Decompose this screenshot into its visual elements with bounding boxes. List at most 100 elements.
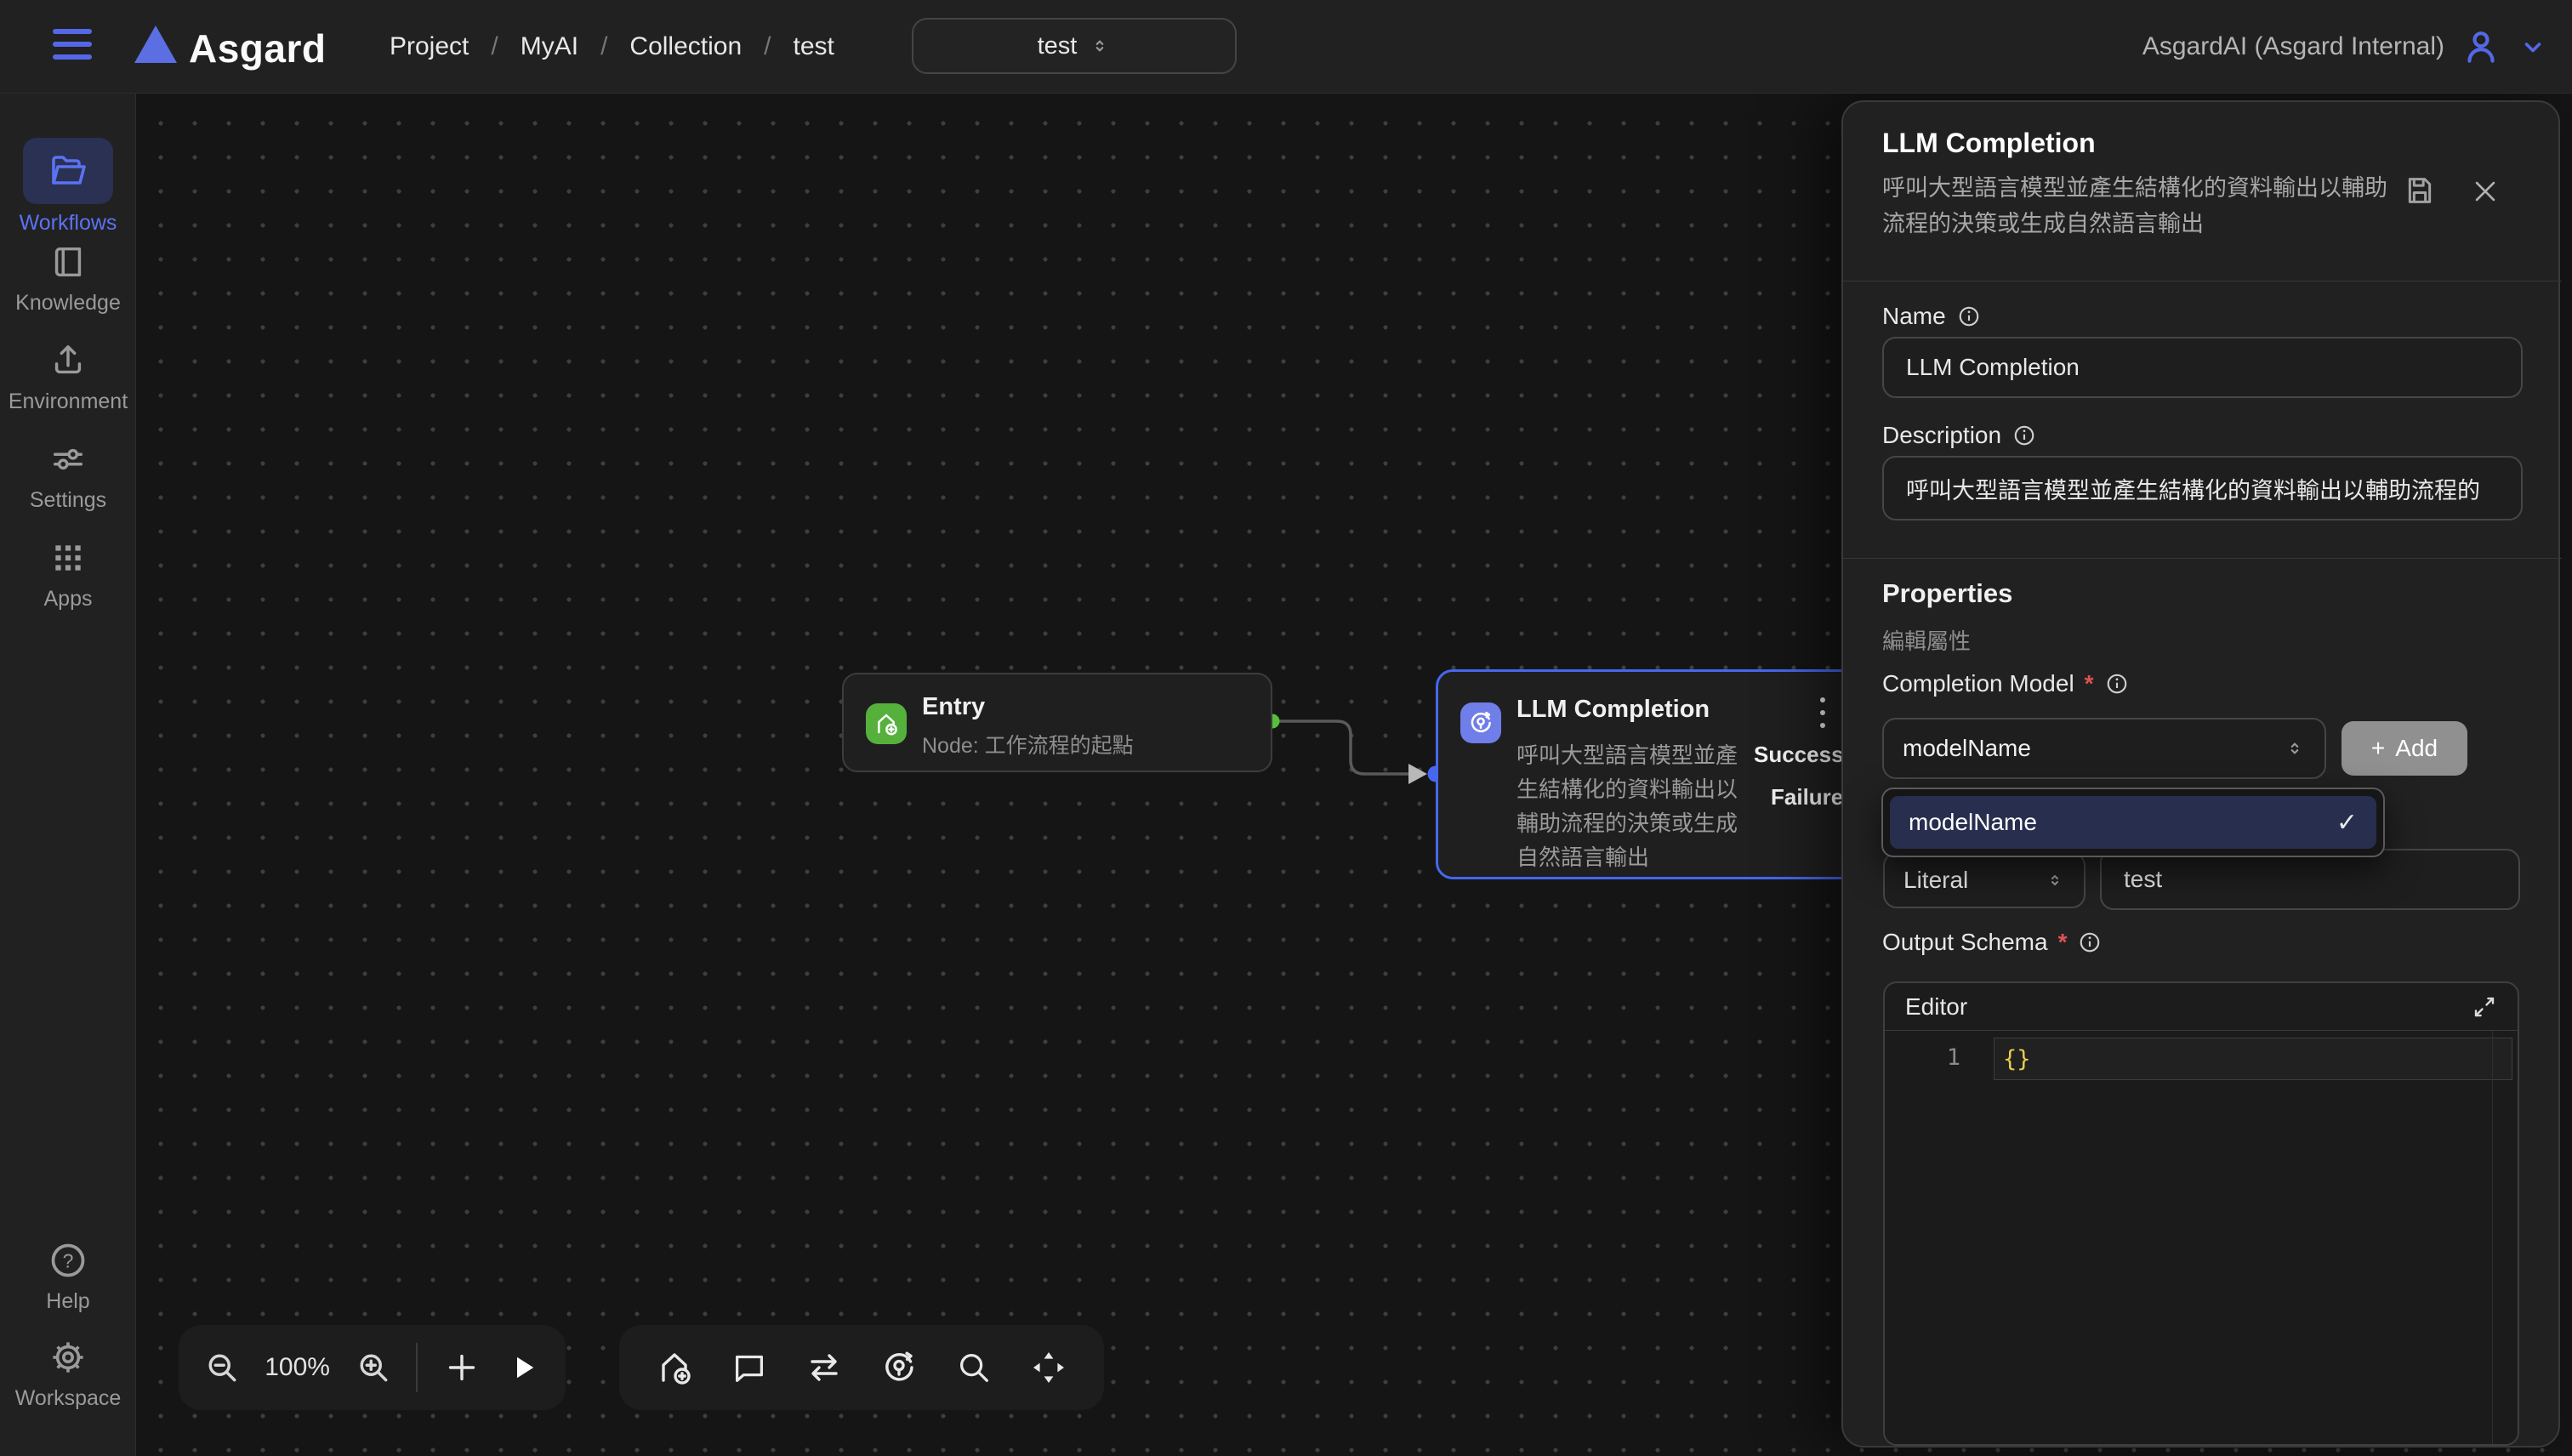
breadcrumb-myai[interactable]: MyAI xyxy=(521,32,578,61)
connections-button[interactable] xyxy=(804,1347,845,1388)
editor-header: Editor xyxy=(1885,983,2518,1031)
sidebar-item-workflows[interactable]: Workflows xyxy=(0,138,136,236)
entry-node-icon xyxy=(866,703,907,744)
entry-node[interactable]: Entry Node: 工作流程的起點 xyxy=(842,673,1272,772)
completion-model-label: Completion Model * xyxy=(1882,670,2130,697)
save-button[interactable] xyxy=(2403,173,2437,208)
node-menu-icon[interactable] xyxy=(1810,694,1835,731)
sidebar-label: Settings xyxy=(0,488,136,513)
model-select-dropdown: modelName ✓ xyxy=(1881,788,2385,857)
info-icon[interactable] xyxy=(2012,423,2037,448)
dropdown-option-label: modelName xyxy=(1909,809,2037,836)
panel-subtitle: 呼叫大型語言模型並產生結構化的資料輸出以輔助流程的決策或生成自然語言輸出 xyxy=(1882,170,2401,242)
account-menu[interactable]: AsgardAI (Asgard Internal) xyxy=(2142,0,2548,94)
entry-node-title: Entry xyxy=(922,693,985,721)
value-type-select-value: Literal xyxy=(1903,867,2045,894)
breadcrumb-collection[interactable]: Collection xyxy=(629,32,742,61)
model-select[interactable]: modelName xyxy=(1882,718,2326,779)
play-icon xyxy=(505,1350,541,1385)
sidebar-item-apps[interactable]: Apps xyxy=(0,536,136,611)
name-label-text: Name xyxy=(1882,303,1946,330)
llm-node-description: 呼叫大型語言模型並產生結構化的資料輸出以輔助流程的決策或生成自然語言輸出 xyxy=(1516,738,1748,874)
breadcrumb: Project / MyAI / Collection / test xyxy=(390,0,834,94)
description-label-text: Description xyxy=(1882,422,2001,449)
gear-icon xyxy=(48,1337,88,1378)
workflow-select-value: test xyxy=(1038,32,1078,60)
llm-bulb-icon xyxy=(879,1347,919,1388)
editor-line-number: 1 xyxy=(1947,1044,1960,1071)
sidebar-item-environment[interactable]: Environment xyxy=(0,338,136,414)
upload-icon xyxy=(48,341,88,380)
breadcrumb-separator: / xyxy=(491,32,498,61)
plus-icon: + xyxy=(2371,735,2385,762)
expand-icon xyxy=(2472,994,2497,1020)
chevron-updown-icon xyxy=(2045,870,2065,890)
name-field-label: Name xyxy=(1882,303,1982,330)
sidebar-label: Environment xyxy=(0,390,136,414)
info-icon[interactable] xyxy=(2077,930,2103,955)
sidebar-item-settings[interactable]: Settings xyxy=(0,437,136,513)
search-canvas-button[interactable] xyxy=(954,1348,993,1387)
panel-divider xyxy=(1843,558,2562,559)
add-model-button[interactable]: + Add xyxy=(2342,721,2467,776)
editor-current-line[interactable]: {} xyxy=(1994,1038,2512,1080)
value-input[interactable] xyxy=(2100,849,2520,910)
breadcrumb-project[interactable]: Project xyxy=(390,32,469,61)
info-icon[interactable] xyxy=(2104,671,2130,697)
fit-view-icon xyxy=(1028,1347,1069,1388)
book-icon xyxy=(48,242,88,282)
sidebar-item-knowledge[interactable]: Knowledge xyxy=(0,240,136,316)
breadcrumb-separator: / xyxy=(764,32,771,61)
dropdown-option-modelname[interactable]: modelName ✓ xyxy=(1890,796,2376,849)
value-type-select[interactable]: Literal xyxy=(1883,852,2085,908)
zoom-out-button[interactable] xyxy=(203,1349,241,1386)
output-schema-label: Output Schema * xyxy=(1882,929,2103,956)
save-icon xyxy=(2403,173,2437,208)
home-plus-icon xyxy=(873,710,900,737)
home-plus-icon xyxy=(654,1347,695,1388)
run-workflow-button[interactable] xyxy=(505,1350,541,1385)
check-icon: ✓ xyxy=(2336,808,2358,838)
toolbar-divider xyxy=(416,1343,418,1392)
sidebar-label: Help xyxy=(0,1289,136,1314)
app-root: Asgard Project / MyAI / Collection / tes… xyxy=(0,0,2572,1456)
properties-heading: Properties xyxy=(1882,578,2012,609)
workflow-select[interactable]: test xyxy=(912,18,1237,74)
description-input[interactable] xyxy=(1882,456,2523,520)
sidebar-item-help[interactable]: ? Help xyxy=(0,1238,136,1314)
close-panel-button[interactable] xyxy=(2471,177,2500,206)
llm-port-success[interactable]: Success xyxy=(1754,742,1844,768)
comment-icon xyxy=(730,1348,769,1387)
llm-node-title: LLM Completion xyxy=(1516,696,1710,724)
add-llm-node-button[interactable] xyxy=(879,1347,919,1388)
menu-icon[interactable] xyxy=(53,29,94,65)
info-icon[interactable] xyxy=(1956,304,1982,329)
sliders-icon xyxy=(48,440,88,479)
node-config-panel: LLM Completion 呼叫大型語言模型並產生結構化的資料輸出以輔助流程的… xyxy=(1841,100,2560,1447)
completion-model-label-text: Completion Model xyxy=(1882,670,2074,697)
name-input[interactable] xyxy=(1882,337,2523,398)
sidebar-label: Apps xyxy=(0,587,136,611)
editor-code-area[interactable]: 1 {} xyxy=(1885,1031,2518,1445)
plus-icon xyxy=(442,1348,481,1387)
llm-bulb-icon xyxy=(1466,708,1495,737)
node-toolbar xyxy=(619,1325,1104,1410)
zoom-in-button[interactable] xyxy=(355,1349,392,1386)
llm-port-failure[interactable]: Failure xyxy=(1771,784,1843,810)
add-entry-node-button[interactable] xyxy=(654,1347,695,1388)
fit-view-button[interactable] xyxy=(1028,1347,1069,1388)
close-icon xyxy=(2471,177,2500,206)
comment-button[interactable] xyxy=(730,1348,769,1387)
chevron-down-icon[interactable] xyxy=(2518,31,2548,62)
workflows-active-pill xyxy=(23,138,113,204)
editor-gutter: 1 xyxy=(1885,1031,1991,1445)
sidebar-item-workspace[interactable]: Workspace xyxy=(0,1335,136,1411)
add-node-button[interactable] xyxy=(442,1348,481,1387)
add-button-label: Add xyxy=(2395,735,2438,762)
breadcrumb-test[interactable]: test xyxy=(793,32,834,61)
editor-title: Editor xyxy=(1905,993,1967,1021)
output-schema-label-text: Output Schema xyxy=(1882,929,2048,956)
expand-editor-button[interactable] xyxy=(2472,994,2497,1020)
brand-title: Asgard xyxy=(189,26,326,71)
panel-title: LLM Completion xyxy=(1882,128,2096,159)
